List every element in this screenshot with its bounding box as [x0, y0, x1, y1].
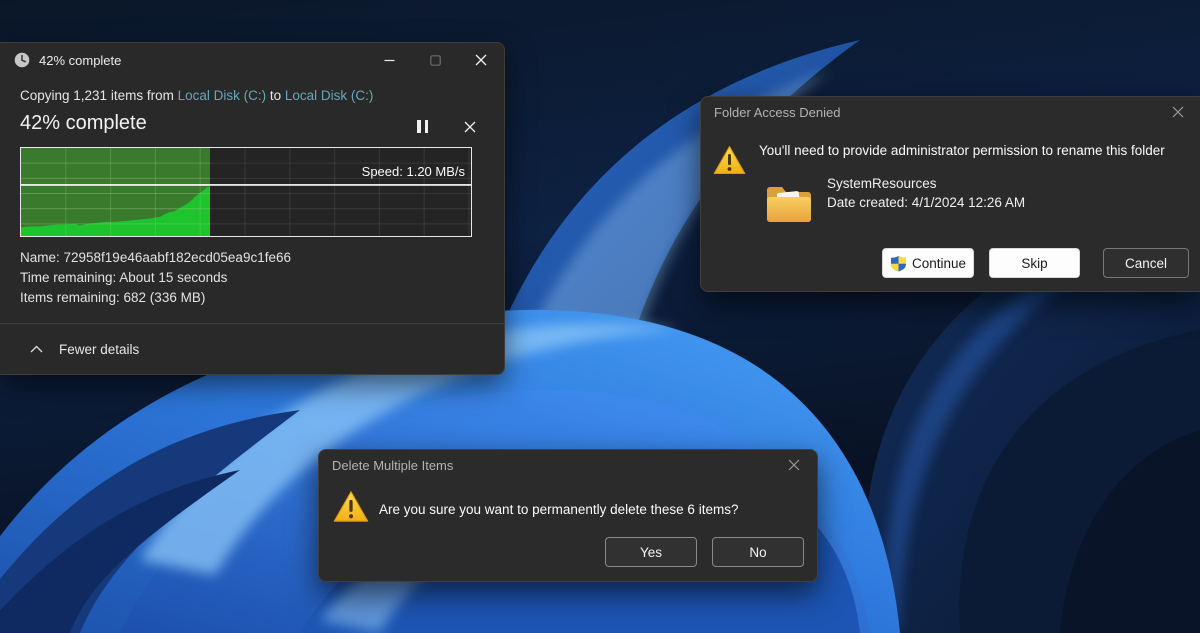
folder-access-denied-dialog: Folder Access Denied You'll need to prov…	[700, 96, 1200, 292]
continue-button[interactable]: Continue	[882, 248, 974, 278]
cancel-label: Cancel	[1125, 256, 1167, 271]
close-button[interactable]	[1168, 102, 1188, 122]
maximize-icon	[430, 55, 441, 66]
clock-icon	[14, 52, 30, 68]
yes-button[interactable]: Yes	[605, 537, 697, 567]
uac-shield-icon	[890, 255, 907, 272]
copy-status-line: Copying 1,231 items from Local Disk (C:)…	[20, 88, 373, 103]
warning-triangle-icon	[333, 490, 369, 524]
yes-label: Yes	[640, 545, 662, 560]
copy-speed-chart: Speed: 1.20 MB/s	[20, 147, 472, 237]
dialog-title: Delete Multiple Items	[332, 458, 784, 473]
close-button[interactable]	[458, 43, 504, 77]
cancel-button[interactable]: Cancel	[1103, 248, 1189, 278]
dialog-title: Folder Access Denied	[714, 105, 1168, 120]
copy-progress-window: 42% complete	[0, 42, 505, 375]
close-icon	[475, 54, 487, 66]
skip-button[interactable]: Skip	[989, 248, 1080, 278]
chevron-up-icon	[30, 345, 43, 353]
delete-confirmation-message: Are you sure you want to permanently del…	[379, 502, 799, 517]
folder-dialog-titlebar: Folder Access Denied	[701, 97, 1200, 127]
copy-destination-path: Local Disk (C:)	[285, 88, 374, 103]
skip-label: Skip	[1021, 256, 1047, 271]
detail-items-remaining: Items remaining: 682 (336 MB)	[20, 290, 205, 305]
no-label: No	[749, 545, 766, 560]
progress-heading: 42% complete	[20, 112, 147, 135]
copy-source-path: Local Disk (C:)	[178, 88, 267, 103]
close-button[interactable]	[784, 455, 804, 475]
close-icon	[1172, 106, 1184, 118]
continue-label: Continue	[912, 256, 966, 271]
maximize-button[interactable]	[412, 43, 458, 77]
permission-message: You'll need to provide administrator per…	[759, 143, 1195, 158]
copy-status-prefix: Copying 1,231 items from	[20, 88, 178, 103]
folder-dialog-buttons: Continue Skip Cancel	[701, 248, 1188, 278]
close-icon	[788, 459, 800, 471]
pause-button[interactable]	[417, 120, 428, 133]
fewer-details-toggle[interactable]: Fewer details	[0, 324, 504, 374]
no-button[interactable]: No	[712, 537, 804, 567]
copy-status-middle: to	[266, 88, 285, 103]
folder-date-created: Date created: 4/1/2024 12:26 AM	[827, 195, 1025, 210]
window-title: 42% complete	[39, 53, 121, 68]
minimize-button[interactable]	[366, 43, 412, 77]
detail-time-remaining: Time remaining: About 15 seconds	[20, 270, 227, 285]
desktop: 42% complete	[0, 0, 1200, 633]
warning-triangle-icon	[713, 145, 746, 176]
delete-dialog-titlebar: Delete Multiple Items	[319, 450, 817, 480]
minimize-icon	[384, 55, 395, 66]
copy-titlebar: 42% complete	[0, 43, 504, 77]
speed-label: Speed: 1.20 MB/s	[362, 164, 465, 179]
detail-name: Name: 72958f19e46aabf182ecd05ea9c1fe66	[20, 250, 291, 265]
window-caption-controls	[366, 43, 504, 77]
fewer-details-label: Fewer details	[59, 342, 139, 357]
cancel-copy-button[interactable]	[464, 121, 476, 133]
folder-name: SystemResources	[827, 176, 937, 191]
folder-icon	[765, 183, 813, 225]
progress-controls	[417, 120, 476, 133]
delete-multiple-items-dialog: Delete Multiple Items Are you sure you w…	[318, 449, 818, 582]
